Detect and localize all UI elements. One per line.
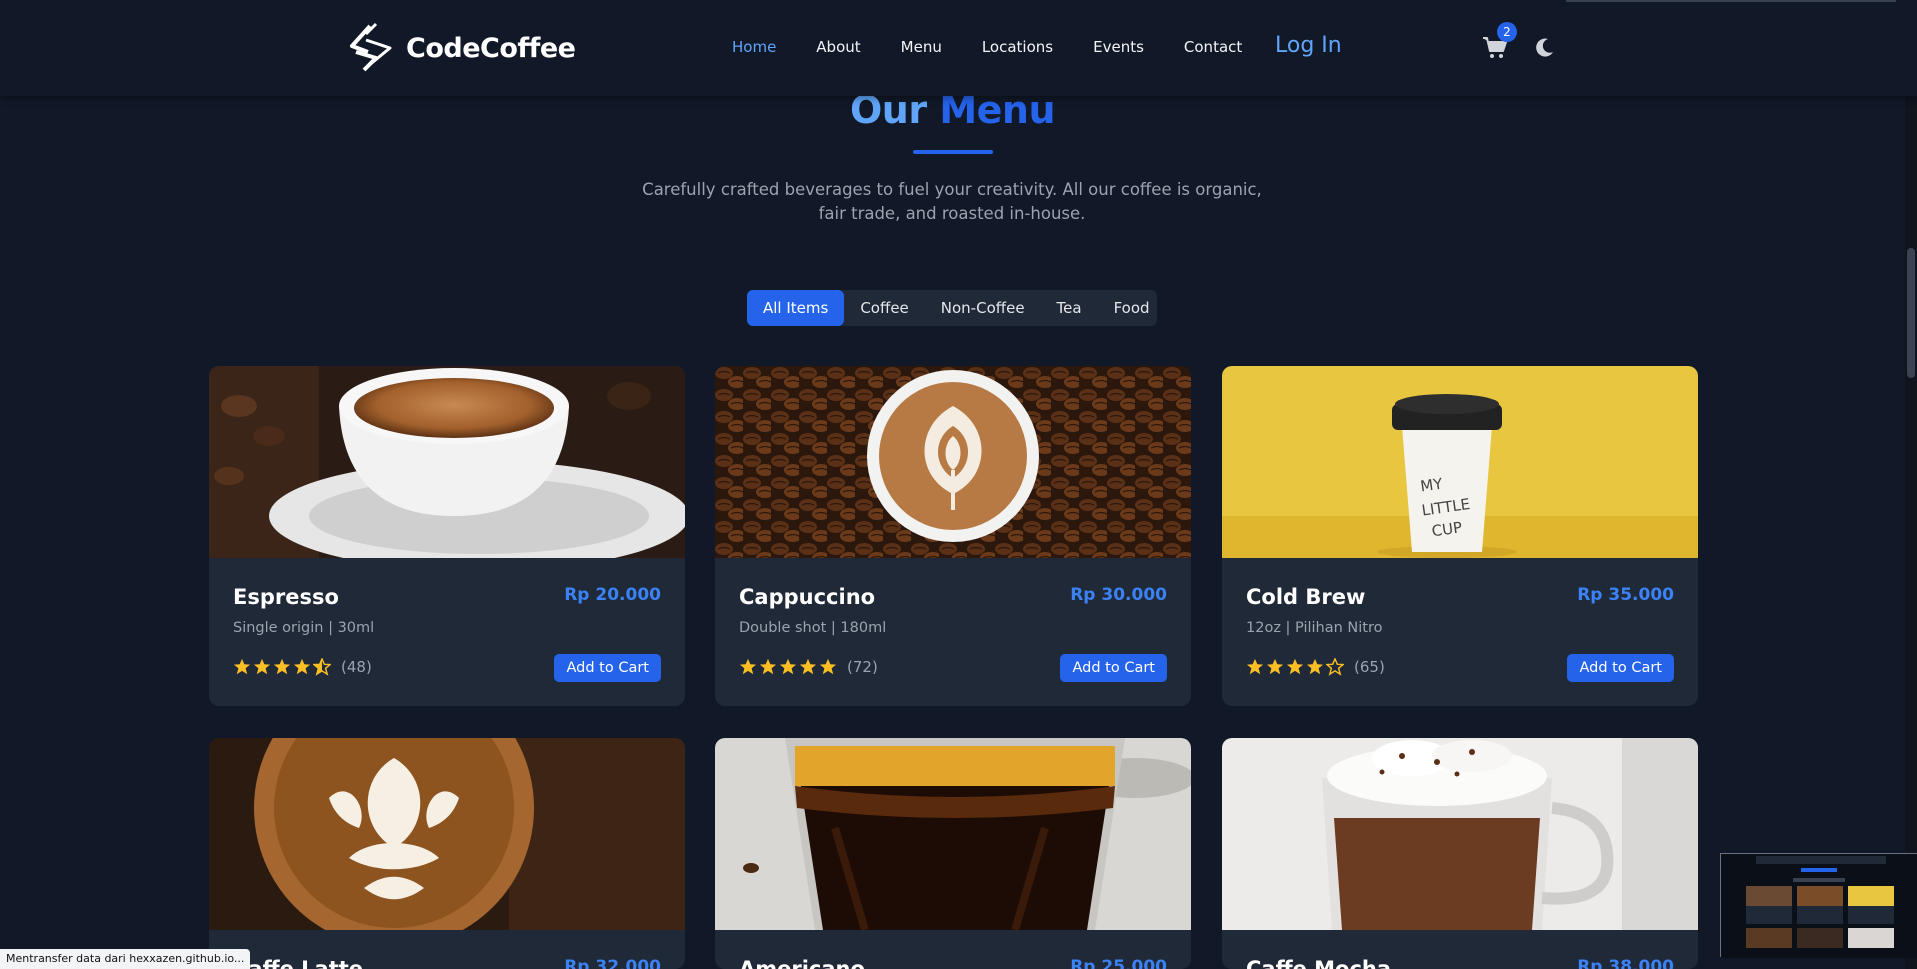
item-price: Rp 32.000 [564,957,661,969]
item-name: Espresso [233,585,339,609]
item-price: Rp 38.000 [1577,957,1674,969]
espresso-image [209,366,685,558]
brand-name: CodeCoffee [406,32,576,64]
page-scrollbar[interactable] [1905,0,1917,969]
tab-coffee[interactable]: Coffee [844,290,924,326]
window-edge [1566,0,1896,2]
add-to-cart-button[interactable]: Add to Cart [1567,654,1674,682]
section-subtitle: Carefully crafted beverages to fuel your… [642,180,1262,223]
nav-menu[interactable]: Menu [901,38,942,56]
star-empty-icon [1326,658,1344,676]
star-full-icon [739,658,757,675]
login-link[interactable]: Log In [1275,33,1342,58]
star-full-icon [1246,658,1264,675]
tab-non-coffee[interactable]: Non-Coffee [925,290,1041,326]
rating: (72) [739,658,878,676]
menu-card-americano: Americano Rp 25.000 [715,738,1191,969]
item-name: Caffe Mocha [1246,957,1392,969]
item-description: Double shot | 180ml [739,620,887,636]
item-name: Caffe Latte [233,957,364,969]
item-name: Americano [739,957,865,969]
rating: (65) [1246,658,1385,676]
caffe-mocha-image [1222,738,1698,930]
americano-image [715,738,1191,930]
brand-logo[interactable]: CodeCoffee [346,22,576,74]
menu-card-cappuccino: Cappuccino Rp 30.000 Double shot | 180ml… [715,366,1191,706]
cold-brew-image: MY LITTLE CUP [1222,366,1698,558]
item-name: Cold Brew [1246,585,1366,609]
add-to-cart-button[interactable]: Add to Cart [1060,654,1167,682]
tab-food[interactable]: Food [1098,290,1166,326]
page-minimap[interactable] [1720,853,1917,958]
star-full-icon [819,658,837,675]
review-count: (65) [1354,658,1385,676]
star-full-icon [1306,658,1324,675]
star-full-icon [293,658,311,675]
add-to-cart-button[interactable]: Add to Cart [554,654,661,682]
item-name: Cappuccino [739,585,876,609]
nav-about[interactable]: About [816,38,860,56]
navbar: CodeCoffee Home About Menu Locations Eve… [0,0,1917,96]
review-count: (48) [341,658,372,676]
star-full-icon [1286,658,1304,675]
menu-card-caffe-latte: Caffe Latte Rp 32.000 [209,738,685,969]
logo-icon [350,22,392,72]
cup-lettering: MY [1419,475,1444,496]
main-nav: Home About Menu Locations Events Contact [732,38,1282,56]
item-price: Rp 35.000 [1577,585,1674,605]
tab-all-items[interactable]: All Items [747,290,845,326]
cappuccino-image [715,366,1191,558]
moon-icon[interactable] [1534,36,1556,58]
star-full-icon [273,658,291,675]
scrollbar-thumb[interactable] [1907,248,1915,378]
cart-count-badge: 2 [1497,22,1517,42]
item-price: Rp 30.000 [1070,585,1167,605]
star-full-icon [253,658,271,675]
star-full-icon [779,658,797,675]
star-full-icon [799,658,817,675]
rating: (48) [233,658,372,676]
nav-home[interactable]: Home [732,38,776,56]
star-half-icon [313,658,331,676]
browser-status-bar: Mentransfer data dari hexxazen.github.io… [0,949,251,969]
menu-card-cold-brew: MY LITTLE CUP Cold Brew Rp 35.000 12oz |… [1222,366,1698,706]
item-description: Single origin | 30ml [233,620,375,636]
item-price: Rp 25.000 [1070,957,1167,969]
item-price: Rp 20.000 [564,585,661,605]
nav-events[interactable]: Events [1093,38,1144,56]
menu-card-caffe-mocha: Caffe Mocha Rp 38.000 [1222,738,1698,969]
star-full-icon [1266,658,1284,675]
tab-tea[interactable]: Tea [1041,290,1098,326]
review-count: (72) [847,658,878,676]
star-full-icon [233,658,251,675]
title-underline [913,150,993,154]
category-tabs: All Items Coffee Non-Coffee Tea Food [747,290,1157,326]
item-description: 12oz | Pilihan Nitro [1246,620,1383,636]
star-full-icon [759,658,777,675]
caffe-latte-image [209,738,685,930]
menu-card-espresso: Espresso Rp 20.000 Single origin | 30ml … [209,366,685,706]
nav-contact[interactable]: Contact [1184,38,1242,56]
nav-locations[interactable]: Locations [982,38,1053,56]
